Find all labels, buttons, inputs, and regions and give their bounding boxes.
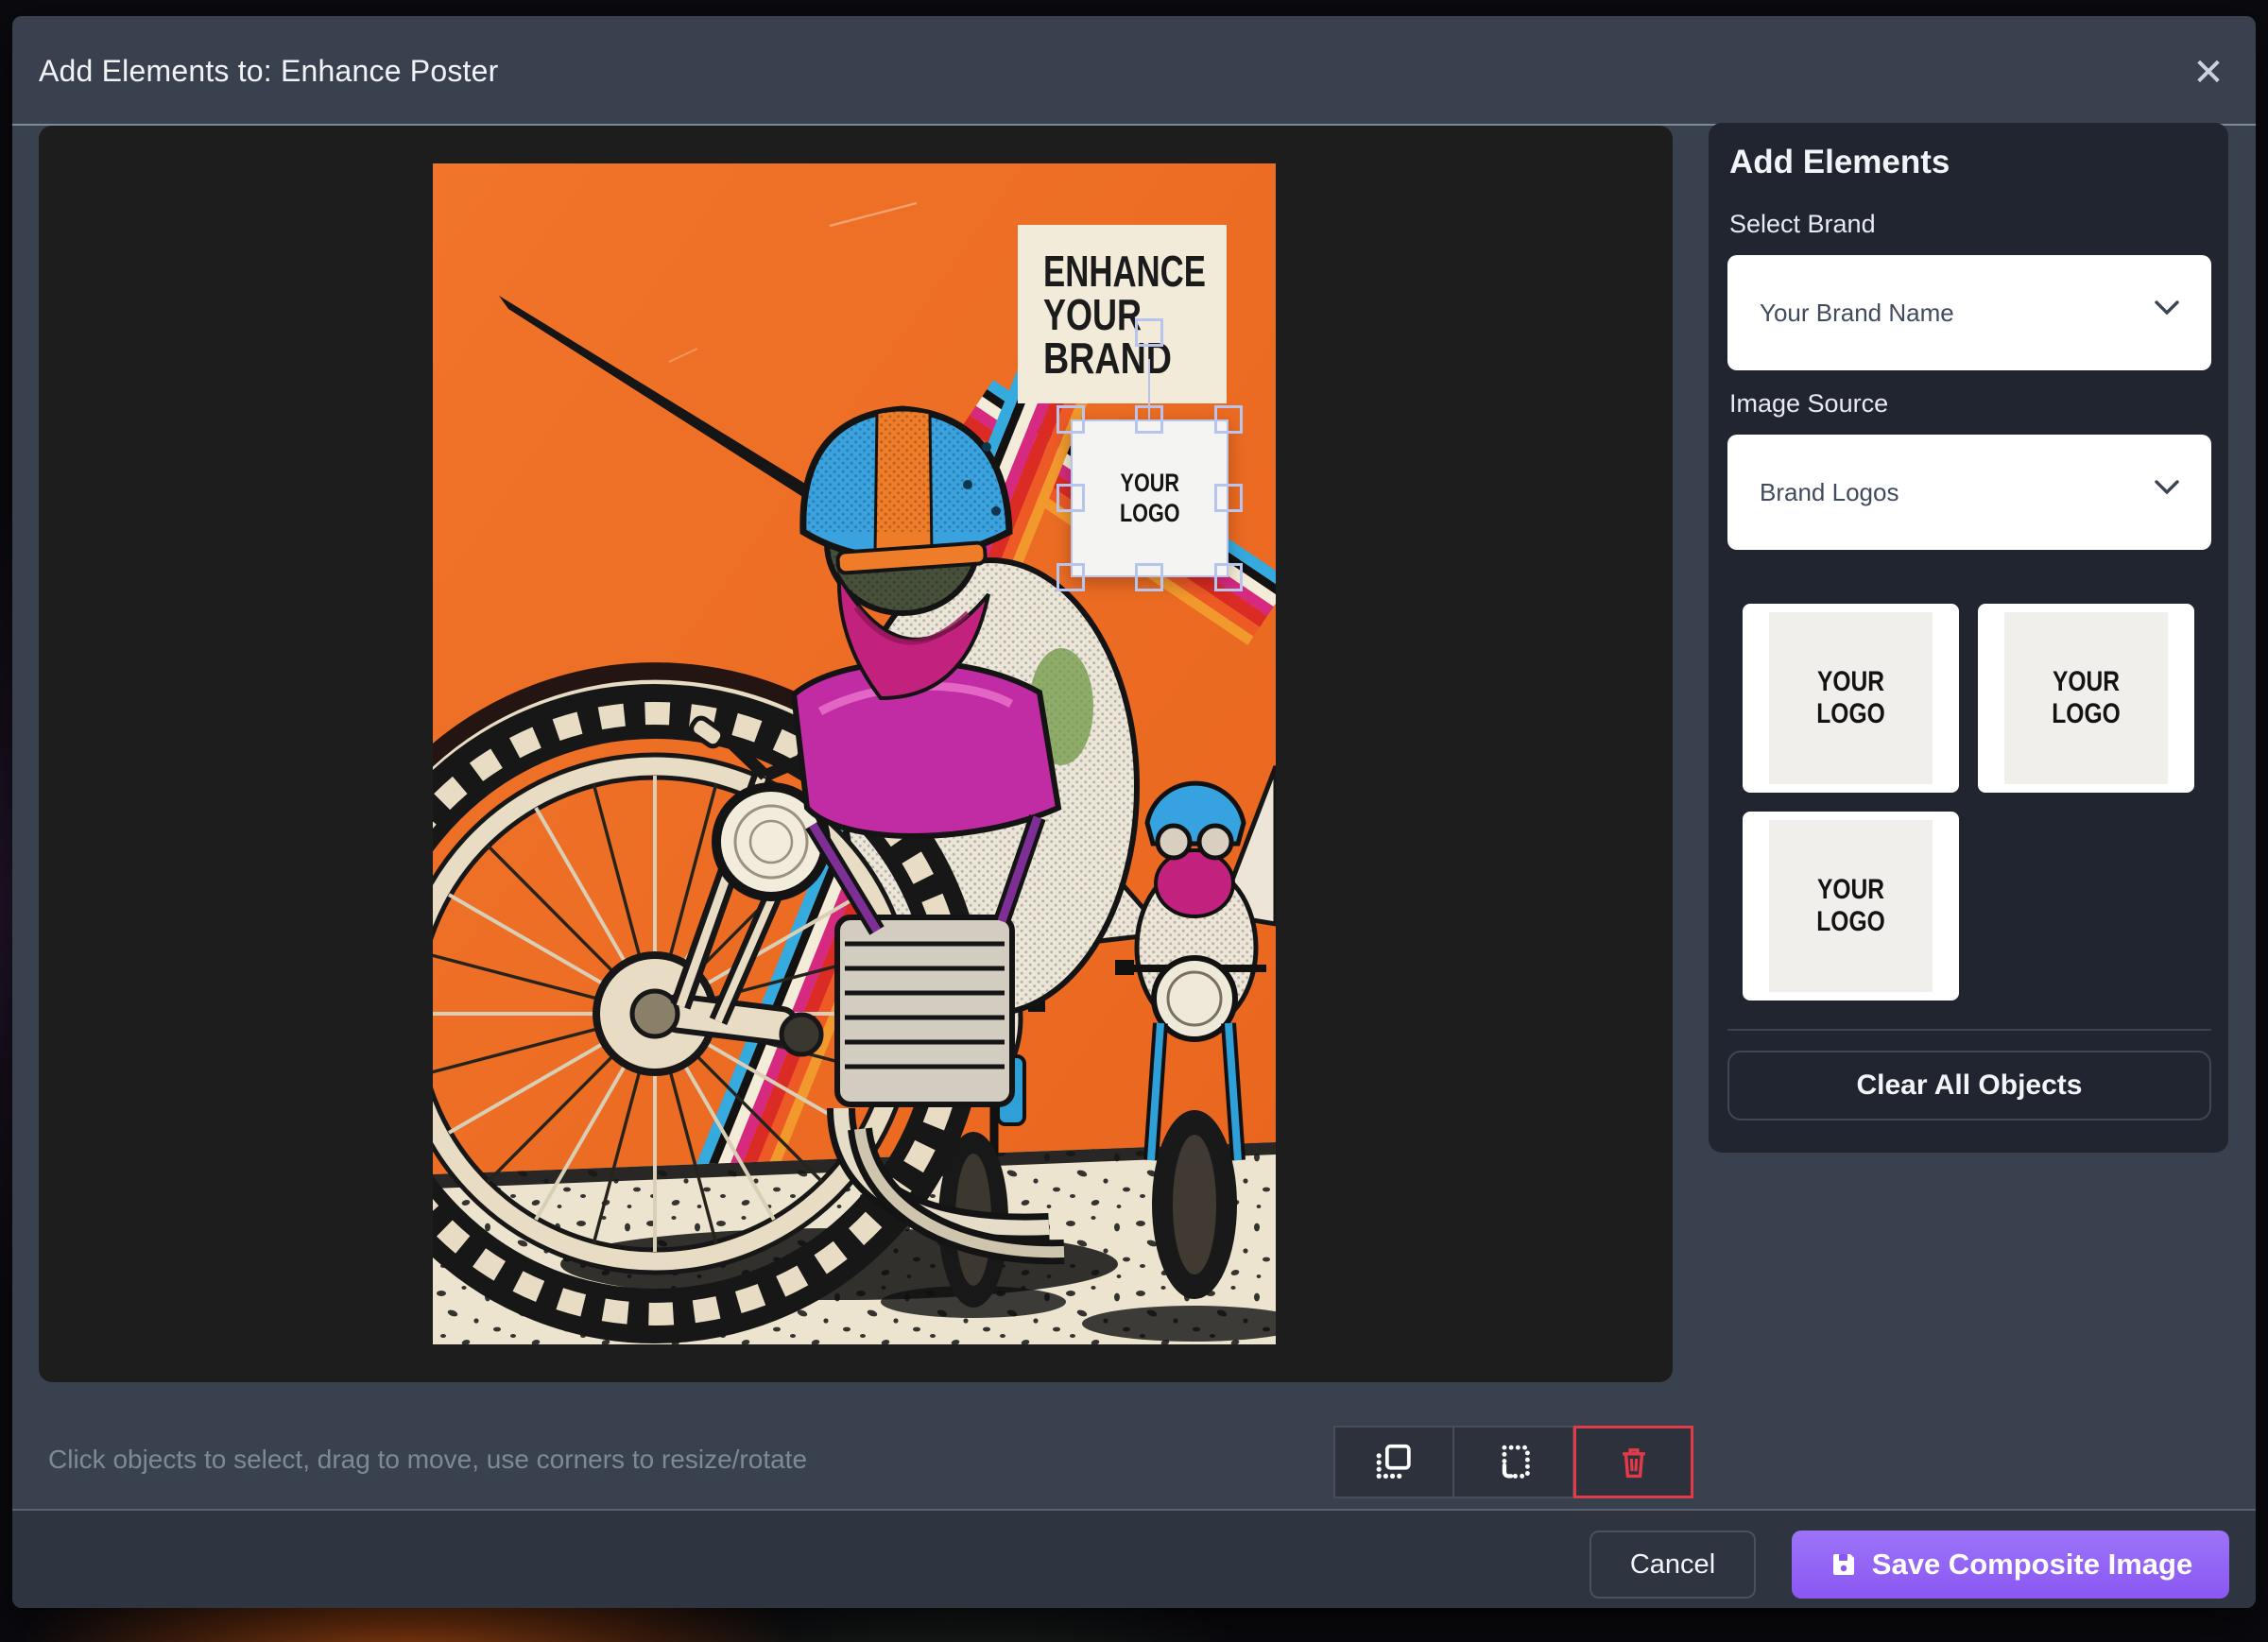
bring-forward-button[interactable] bbox=[1333, 1426, 1453, 1498]
logo-tile-label: YOURLOGO bbox=[1769, 612, 1933, 784]
close-icon[interactable]: ✕ bbox=[2188, 52, 2229, 94]
resize-handle-se[interactable] bbox=[1214, 563, 1243, 591]
brand-select-value: Your Brand Name bbox=[1760, 299, 1954, 328]
logo-tile-grid: YOURLOGO YOURLOGO YOURLOGO bbox=[1743, 604, 2194, 1001]
resize-handle-nw[interactable] bbox=[1057, 405, 1085, 434]
chevron-down-icon bbox=[2153, 478, 2181, 497]
select-brand-label: Select Brand bbox=[1729, 210, 1876, 239]
logo-object-text: YOUR LOGO bbox=[1120, 469, 1180, 529]
panel-heading: Add Elements bbox=[1729, 144, 1950, 181]
resize-handle-w[interactable] bbox=[1057, 484, 1085, 512]
modal-title: Add Elements to: Enhance Poster bbox=[39, 16, 498, 126]
modal-footer: Cancel Save Composite Image bbox=[12, 1509, 2256, 1608]
resize-handle-sw[interactable] bbox=[1057, 563, 1085, 591]
image-source-select[interactable]: Brand Logos bbox=[1727, 435, 2211, 550]
save-icon bbox=[1829, 1549, 1859, 1580]
canvas-hint: Click objects to select, drag to move, u… bbox=[48, 1412, 1296, 1507]
save-composite-button[interactable]: Save Composite Image bbox=[1792, 1531, 2229, 1599]
bring-forward-icon bbox=[1372, 1441, 1416, 1484]
image-source-label: Image Source bbox=[1729, 389, 1888, 419]
resize-handle-ne[interactable] bbox=[1214, 405, 1243, 434]
brand-select[interactable]: Your Brand Name bbox=[1727, 255, 2211, 370]
svg-text:ENHANCE: ENHANCE bbox=[1043, 247, 1206, 296]
logo-tile[interactable]: YOURLOGO bbox=[1743, 604, 1959, 793]
resize-handle-s[interactable] bbox=[1135, 563, 1163, 591]
delete-icon bbox=[1614, 1443, 1654, 1482]
logo-object-selected[interactable]: YOUR LOGO bbox=[1071, 419, 1228, 577]
resize-handle-n[interactable] bbox=[1135, 405, 1163, 434]
add-elements-panel: Add Elements Select Brand Your Brand Nam… bbox=[1709, 123, 2228, 1153]
send-backward-icon bbox=[1492, 1441, 1536, 1484]
logo-tile[interactable]: YOURLOGO bbox=[1978, 604, 2194, 793]
chevron-down-icon bbox=[2153, 299, 2181, 317]
send-backward-button[interactable] bbox=[1453, 1426, 1573, 1498]
image-source-value: Brand Logos bbox=[1760, 478, 1899, 507]
resize-handle-e[interactable] bbox=[1214, 484, 1243, 512]
rotate-handle[interactable] bbox=[1135, 318, 1163, 347]
delete-object-button[interactable] bbox=[1573, 1426, 1693, 1498]
svg-text:YOUR: YOUR bbox=[1043, 290, 1142, 339]
cancel-button[interactable]: Cancel bbox=[1589, 1531, 1756, 1599]
save-button-label: Save Composite Image bbox=[1872, 1548, 2192, 1582]
panel-divider bbox=[1727, 1029, 2211, 1031]
add-elements-modal: Add Elements to: Enhance Poster ✕ bbox=[12, 16, 2256, 1608]
composite-canvas[interactable]: ENHANCE YOUR BRAND bbox=[39, 126, 1673, 1382]
poster-sign: ENHANCE YOUR BRAND bbox=[1018, 225, 1227, 403]
logo-tile-label: YOURLOGO bbox=[1769, 820, 1933, 992]
page-backdrop: Add Elements to: Enhance Poster ✕ bbox=[0, 0, 2268, 1642]
clear-all-objects-button[interactable]: Clear All Objects bbox=[1727, 1051, 2211, 1120]
logo-tile[interactable]: YOURLOGO bbox=[1743, 812, 1959, 1001]
object-toolbar bbox=[1333, 1426, 1693, 1498]
logo-tile-label: YOURLOGO bbox=[2004, 612, 2168, 784]
modal-header: Add Elements to: Enhance Poster ✕ bbox=[12, 16, 2256, 126]
